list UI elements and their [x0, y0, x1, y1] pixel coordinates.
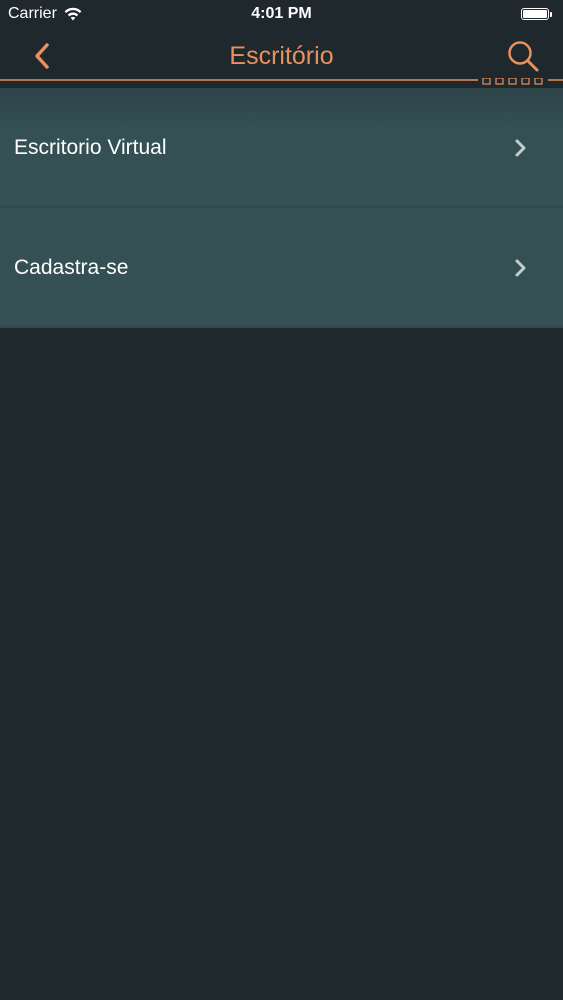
status-time: 4:01 PM	[251, 5, 312, 22]
status-bar: Carrier 4:01 PM	[0, 0, 563, 30]
nav-divider	[0, 78, 563, 85]
menu-item-cadastra-se[interactable]: Cadastra-se	[0, 208, 563, 328]
page-title: Escritório	[229, 42, 334, 70]
menu-item-label: Cadastra-se	[14, 256, 129, 279]
navigation-bar: Escritório	[0, 30, 563, 88]
menu-list: Escritorio Virtual Cadastra-se	[0, 88, 563, 328]
menu-item-escritorio-virtual[interactable]: Escritorio Virtual	[0, 88, 563, 208]
battery-icon	[521, 7, 555, 21]
menu-item-label: Escritorio Virtual	[14, 136, 167, 159]
search-icon	[508, 41, 539, 72]
search-button[interactable]	[503, 38, 543, 74]
chevron-right-icon	[515, 139, 526, 157]
chevron-right-icon	[515, 259, 526, 277]
